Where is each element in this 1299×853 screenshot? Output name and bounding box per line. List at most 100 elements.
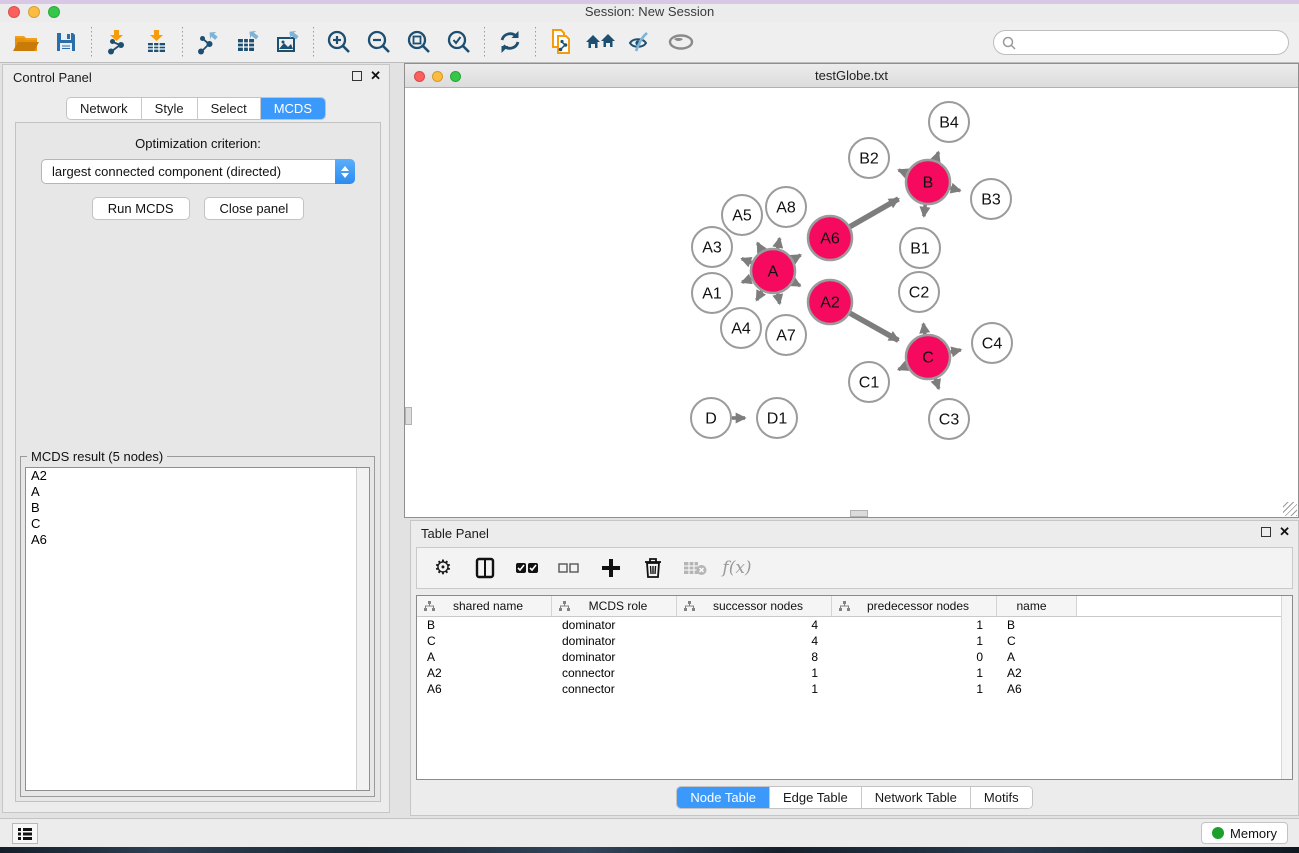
refresh-button[interactable] [490,25,530,59]
graph-edge-b-b4[interactable] [936,152,939,160]
zoom-network-button[interactable] [450,71,461,82]
column-header-mcds-role[interactable]: MCDS role [552,596,677,616]
graph-edge-a-a6[interactable] [793,255,801,259]
tab-style[interactable]: Style [142,98,198,119]
cell-mcds-role[interactable]: dominator [552,633,677,649]
graph-node-c[interactable]: C [906,335,950,379]
result-item-a[interactable]: A [26,484,369,500]
zoom-in-button[interactable] [319,25,359,59]
deselect-all-button[interactable] [557,555,581,581]
save-session-button[interactable] [46,25,86,59]
graph-node-b[interactable]: B [906,160,950,204]
network-hscroll-handle[interactable] [850,510,868,517]
cell-mcds-role[interactable]: dominator [552,649,677,665]
graph-edge-c-c1[interactable] [898,366,906,370]
cell-predecessor-nodes[interactable]: 0 [832,649,997,665]
network-vscroll-handle[interactable] [405,407,412,425]
network-graph[interactable]: B4B2BB3A5A8A6A3B1AA1C2A2A4A7C4CC1C3DD1 [405,88,1298,517]
graph-node-b3[interactable]: B3 [971,179,1011,219]
export-image-button[interactable] [268,25,308,59]
graph-node-d1[interactable]: D1 [757,398,797,438]
minimize-window-button[interactable] [28,6,40,18]
graph-node-a1[interactable]: A1 [692,273,732,313]
network-window-titlebar[interactable]: testGlobe.txt [405,64,1298,88]
cell-name[interactable]: C [997,633,1077,649]
run-mcds-button[interactable]: Run MCDS [92,197,190,220]
close-panel-button[interactable]: Close panel [204,197,305,220]
minimize-network-button[interactable] [432,71,443,82]
cell-successor-nodes[interactable]: 1 [677,665,832,681]
column-header-name[interactable]: name [997,596,1077,616]
zoom-window-button[interactable] [48,6,60,18]
zoom-out-button[interactable] [359,25,399,59]
graph-edge-a-a7[interactable] [778,294,780,304]
cell-mcds-role[interactable]: connector [552,665,677,681]
export-network-button[interactable] [188,25,228,59]
import-network-button[interactable] [97,25,137,59]
tab-motifs[interactable]: Motifs [971,787,1032,808]
graph-edge-c-c3[interactable] [935,379,938,389]
graph-edge-b-b1[interactable] [924,205,925,216]
window-resize-grip[interactable] [1283,502,1297,516]
graph-edge-b-b3[interactable] [950,188,960,191]
graph-node-c4[interactable]: C4 [972,323,1012,363]
cell-shared-name[interactable]: B [417,617,552,633]
select-all-button[interactable] [515,555,539,581]
hide-selected-button[interactable] [621,25,661,59]
cell-name[interactable]: B [997,617,1077,633]
network-canvas[interactable]: B4B2BB3A5A8A6A3B1AA1C2A2A4A7C4CC1C3DD1 [405,88,1298,517]
cell-mcds-role[interactable]: connector [552,681,677,697]
result-item-a6[interactable]: A6 [26,532,369,548]
cell-name[interactable]: A2 [997,665,1077,681]
table-row-c[interactable]: Cdominator41C [417,633,1292,649]
graph-edge-a2-c[interactable] [850,313,898,340]
cell-predecessor-nodes[interactable]: 1 [832,617,997,633]
graph-edge-a-a1[interactable] [742,279,751,282]
cell-successor-nodes[interactable]: 4 [677,617,832,633]
cell-shared-name[interactable]: A [417,649,552,665]
graph-node-a2[interactable]: A2 [808,280,852,324]
tab-edge-table[interactable]: Edge Table [770,787,862,808]
cell-name[interactable]: A [997,649,1077,665]
close-network-button[interactable] [414,71,425,82]
column-header-predecessor-nodes[interactable]: predecessor nodes [832,596,997,616]
cell-predecessor-nodes[interactable]: 1 [832,681,997,697]
result-item-a2[interactable]: A2 [26,468,369,484]
table-row-a2[interactable]: A2connector11A2 [417,665,1292,681]
open-session-button[interactable] [6,25,46,59]
table-scrollbar[interactable] [1281,596,1292,779]
graph-edge-a-a4[interactable] [757,291,762,300]
search-input[interactable] [1021,36,1280,50]
tab-select[interactable]: Select [198,98,261,119]
delete-column-button[interactable] [683,555,707,581]
graph-node-c1[interactable]: C1 [849,362,889,402]
cell-predecessor-nodes[interactable]: 1 [832,633,997,649]
table-row-a6[interactable]: A6connector11A6 [417,681,1292,697]
float-panel-icon[interactable] [352,71,362,81]
cell-successor-nodes[interactable]: 1 [677,681,832,697]
result-item-c[interactable]: C [26,516,369,532]
delete-button[interactable] [641,555,665,581]
task-history-button[interactable] [12,823,38,844]
graph-edge-a-a2[interactable] [793,282,800,286]
home-views-button[interactable] [581,25,621,59]
graph-node-a3[interactable]: A3 [692,227,732,267]
graph-node-b2[interactable]: B2 [849,138,889,178]
table-row-b[interactable]: Bdominator41B [417,617,1292,633]
graph-edge-a-a3[interactable] [742,259,752,263]
graph-edge-a6-b[interactable] [850,199,899,227]
search-field[interactable] [993,30,1289,55]
cell-successor-nodes[interactable]: 8 [677,649,832,665]
graph-node-d[interactable]: D [691,398,731,438]
memory-button[interactable]: Memory [1201,822,1288,844]
cell-name[interactable]: A6 [997,681,1077,697]
show-hidden-button[interactable] [661,25,701,59]
graph-edge-b-b2[interactable] [899,170,907,173]
node-table[interactable]: shared nameMCDS rolesuccessor nodesprede… [416,595,1293,780]
float-panel-icon[interactable] [1261,527,1271,537]
mcds-result-list[interactable]: A2ABCA6 [25,467,370,791]
close-panel-icon[interactable]: ✕ [1279,526,1290,537]
criterion-select[interactable]: largest connected component (directed) [41,159,355,184]
export-table-button[interactable] [228,25,268,59]
graph-node-a6[interactable]: A6 [808,216,852,260]
